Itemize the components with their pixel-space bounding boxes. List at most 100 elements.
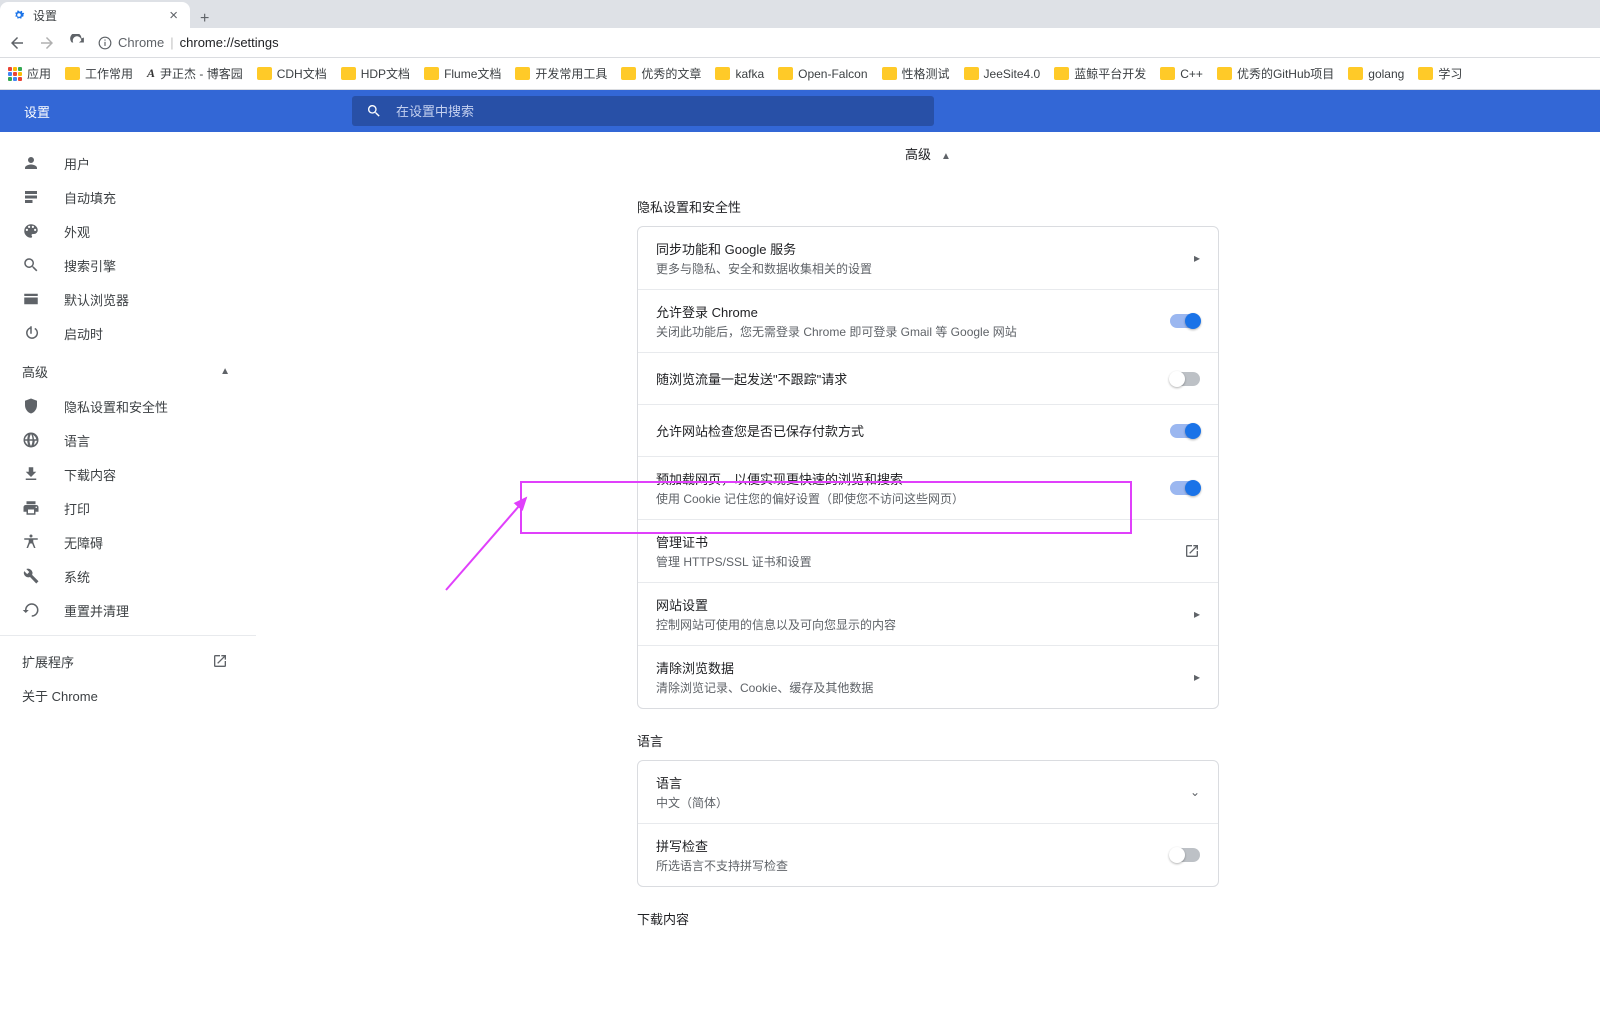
launch-icon xyxy=(212,653,228,669)
toggle-switch[interactable] xyxy=(1170,314,1200,328)
sidebar-item[interactable]: 系统 xyxy=(0,559,256,593)
sidebar-item[interactable]: 打印 xyxy=(0,491,256,525)
browser-tab[interactable]: 设置 × xyxy=(0,2,190,28)
settings-row[interactable]: 管理证书管理 HTTPS/SSL 证书和设置 xyxy=(638,519,1218,582)
bookmark-item[interactable]: 蓝鲸平台开发 xyxy=(1054,65,1146,82)
settings-row[interactable]: 允许登录 Chrome关闭此功能后，您无需登录 Chrome 即可登录 Gmai… xyxy=(638,289,1218,352)
section-title-language: 语言 xyxy=(637,731,1219,750)
folder-icon xyxy=(1217,67,1232,80)
bookmark-item[interactable]: 学习 xyxy=(1418,65,1462,82)
sidebar-about[interactable]: 关于 Chrome xyxy=(0,678,256,712)
tab-bar: 设置 × + xyxy=(0,0,1600,28)
chevron-up-icon: ▲ xyxy=(220,366,230,377)
sidebar-item[interactable]: 启动时 xyxy=(0,316,256,350)
blog-icon: A xyxy=(147,66,155,81)
section-title-downloads: 下载内容 xyxy=(637,909,1219,928)
sidebar-item[interactable]: 用户 xyxy=(0,146,256,180)
bookmark-item[interactable]: 优秀的文章 xyxy=(621,65,701,82)
sidebar-item[interactable]: 自动填充 xyxy=(0,180,256,214)
bookmark-item[interactable]: HDP文档 xyxy=(341,65,410,82)
bookmark-item[interactable]: C++ xyxy=(1160,67,1203,81)
sidebar-advanced-toggle[interactable]: 高级 ▲ xyxy=(0,350,256,389)
settings-search[interactable] xyxy=(352,96,934,126)
launch-icon xyxy=(1184,543,1200,559)
settings-row[interactable]: 预加载网页，以便实现更快速的浏览和搜索使用 Cookie 记住您的偏好设置（即使… xyxy=(638,456,1218,519)
shield-icon xyxy=(22,397,40,415)
sidebar-item[interactable]: 隐私设置和安全性 xyxy=(0,389,256,423)
power-icon xyxy=(22,324,40,342)
search-input[interactable] xyxy=(396,104,920,119)
wrench-icon xyxy=(22,567,40,585)
folder-icon xyxy=(424,67,439,80)
page-title: 设置 xyxy=(24,102,50,121)
chevron-down-icon: ⌄ xyxy=(1190,785,1200,799)
bookmark-item[interactable]: Flume文档 xyxy=(424,65,501,82)
folder-icon xyxy=(621,67,636,80)
palette-icon xyxy=(22,222,40,240)
accessibility-icon xyxy=(22,533,40,551)
search-icon xyxy=(22,256,40,274)
sidebar-item[interactable]: 重置并清理 xyxy=(0,593,256,627)
reload-button[interactable] xyxy=(68,34,86,52)
sidebar-item[interactable]: 搜索引擎 xyxy=(0,248,256,282)
bookmark-item[interactable]: 性格测试 xyxy=(882,65,950,82)
bookmark-item[interactable]: A尹正杰 - 博客园 xyxy=(147,65,243,82)
address-input[interactable]: Chrome | chrome://settings xyxy=(98,35,279,50)
settings-row[interactable]: 语言中文（简体）⌄ xyxy=(638,761,1218,823)
apps-icon xyxy=(8,67,22,81)
settings-row[interactable]: 同步功能和 Google 服务更多与隐私、安全和数据收集相关的设置▸ xyxy=(638,227,1218,289)
new-tab-button[interactable]: + xyxy=(200,10,209,28)
apps-shortcut[interactable]: 应用 xyxy=(8,65,51,82)
chevron-right-icon: ▸ xyxy=(1194,607,1200,621)
settings-row[interactable]: 清除浏览数据清除浏览记录、Cookie、缓存及其他数据▸ xyxy=(638,645,1218,708)
print-icon xyxy=(22,499,40,517)
tab-title: 设置 xyxy=(33,7,57,24)
bookmark-item[interactable]: golang xyxy=(1348,67,1404,81)
folder-icon xyxy=(715,67,730,80)
sidebar-item[interactable]: 默认浏览器 xyxy=(0,282,256,316)
bookmark-item[interactable]: 开发常用工具 xyxy=(515,65,607,82)
language-card: 语言中文（简体）⌄拼写检查所选语言不支持拼写检查 xyxy=(637,760,1219,887)
autofill-icon xyxy=(22,188,40,206)
bookmark-item[interactable]: Open-Falcon xyxy=(778,67,867,81)
bookmark-item[interactable]: CDH文档 xyxy=(257,65,327,82)
advanced-section-header[interactable]: 高级▲ xyxy=(256,132,1600,175)
toggle-switch[interactable] xyxy=(1170,848,1200,862)
toggle-switch[interactable] xyxy=(1170,372,1200,386)
settings-header: 设置 xyxy=(0,90,1600,132)
bookmark-item[interactable]: kafka xyxy=(715,67,764,81)
bookmarks-bar: 应用 工作常用 A尹正杰 - 博客园 CDH文档 HDP文档 Flume文档开发常用工具… xyxy=(0,58,1600,90)
folder-icon xyxy=(341,67,356,80)
bookmark-item[interactable]: 工作常用 xyxy=(65,65,133,82)
folder-icon xyxy=(1054,67,1069,80)
back-button[interactable] xyxy=(8,34,26,52)
sidebar: 用户自动填充外观搜索引擎默认浏览器启动时 高级 ▲ 隐私设置和安全性语言下载内容… xyxy=(0,132,256,1014)
sidebar-item[interactable]: 外观 xyxy=(0,214,256,248)
bookmark-item[interactable]: 优秀的GitHub项目 xyxy=(1217,65,1334,82)
chevron-right-icon: ▸ xyxy=(1194,670,1200,684)
sidebar-item[interactable]: 下载内容 xyxy=(0,457,256,491)
toggle-switch[interactable] xyxy=(1170,481,1200,495)
forward-button[interactable] xyxy=(38,34,56,52)
sidebar-item[interactable]: 语言 xyxy=(0,423,256,457)
close-icon[interactable]: × xyxy=(169,7,178,24)
settings-row[interactable]: 允许网站检查您是否已保存付款方式 xyxy=(638,404,1218,456)
folder-icon xyxy=(1160,67,1175,80)
sidebar-extensions[interactable]: 扩展程序 xyxy=(0,644,256,678)
chevron-up-icon: ▲ xyxy=(941,151,951,162)
toggle-switch[interactable] xyxy=(1170,424,1200,438)
gear-icon xyxy=(12,8,26,22)
settings-row[interactable]: 随浏览流量一起发送"不跟踪"请求 xyxy=(638,352,1218,404)
folder-icon xyxy=(65,67,80,80)
bookmark-item[interactable]: JeeSite4.0 xyxy=(964,67,1041,81)
sidebar-item[interactable]: 无障碍 xyxy=(0,525,256,559)
folder-icon xyxy=(882,67,897,80)
settings-row[interactable]: 网站设置控制网站可使用的信息以及可向您显示的内容▸ xyxy=(638,582,1218,645)
folder-icon xyxy=(778,67,793,80)
settings-row[interactable]: 拼写检查所选语言不支持拼写检查 xyxy=(638,823,1218,886)
browser-icon xyxy=(22,290,40,308)
privacy-card: 同步功能和 Google 服务更多与隐私、安全和数据收集相关的设置▸允许登录 C… xyxy=(637,226,1219,709)
folder-icon xyxy=(1348,67,1363,80)
chevron-right-icon: ▸ xyxy=(1194,251,1200,265)
search-icon xyxy=(366,103,382,119)
